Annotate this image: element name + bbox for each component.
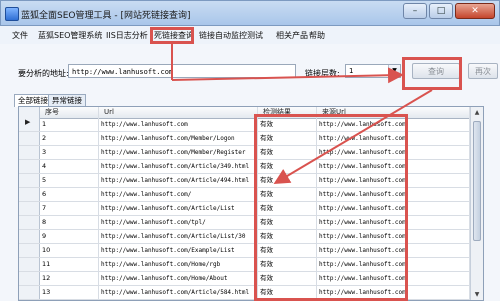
menu-related-products[interactable]: 相关产品 [276, 30, 308, 41]
header-marker [19, 107, 40, 118]
cell-url[interactable]: http://www.lanhusoft.com/Article/494.htm… [101, 174, 256, 187]
highlight-menu-box [150, 27, 194, 44]
cell-seq[interactable]: 8 [42, 216, 97, 229]
chevron-down-icon[interactable]: ▼ [388, 65, 400, 77]
app-icon [5, 7, 19, 21]
table-row[interactable]: ▶ 1 http://www.lanhusoft.com 有效 http://www.l… [19, 118, 483, 132]
cell-url[interactable]: http://www.lanhusoft.com/Article/List [101, 202, 256, 215]
depth-select[interactable]: 1 ▼ [345, 64, 401, 78]
table-row[interactable]: 5 http://www.lanhusoft.com/Article/494.ht… [19, 174, 483, 188]
cell-url[interactable]: http://www.lanhusoft.com/tpl/ [101, 216, 256, 229]
current-row-icon: ▶ [25, 118, 31, 126]
cell-seq[interactable]: 13 [42, 286, 97, 299]
menu-file[interactable]: 文件 [12, 30, 28, 41]
scroll-down-icon[interactable]: ▼ [471, 289, 483, 300]
cell-url[interactable]: http://www.lanhusoft.com/Article/List/30 [101, 230, 256, 243]
highlight-query-box [402, 57, 462, 90]
depth-label: 链接层数: [305, 69, 340, 78]
cell-url[interactable]: http://www.lanhusoft.com [101, 118, 256, 131]
row-header[interactable] [19, 174, 40, 187]
table-row[interactable]: 13 http://www.lanhusoft.com/Article/584.h… [19, 286, 483, 300]
maximize-button[interactable]: □ [429, 3, 453, 19]
address-input[interactable]: http://www.lanhusoft.com [68, 64, 296, 78]
requery-button[interactable]: 再次 [468, 63, 498, 79]
table-row[interactable]: 10 http://www.lanhusoft.com/Example/List 有… [19, 244, 483, 258]
scroll-up-icon[interactable]: ▲ [471, 107, 483, 118]
row-header[interactable] [19, 202, 40, 215]
menu-iis-log[interactable]: IIS日志分析 [106, 30, 148, 41]
menu-bar: 文件 蓝狐SEO管理系统 IIS日志分析 死链接查询 链接自动监控测试 相关产品… [0, 26, 500, 45]
minimize-button[interactable]: – [403, 3, 427, 19]
cell-url[interactable]: http://www.lanhusoft.com/Member/Register [101, 146, 256, 159]
close-button[interactable]: ✕ [455, 3, 495, 19]
cell-seq[interactable]: 6 [42, 188, 97, 201]
cell-url[interactable]: http://www.lanhusoft.com/Example/List [101, 244, 256, 257]
highlight-result-box [254, 114, 408, 301]
cell-seq[interactable]: 7 [42, 202, 97, 215]
grid-rows: ▶ 1 http://www.lanhusoft.com 有效 http://www.l… [19, 118, 483, 300]
cell-seq[interactable]: 5 [42, 174, 97, 187]
cell-url[interactable]: http://www.lanhusoft.com/Member/Logon [101, 132, 256, 145]
table-row[interactable]: 11 http://www.lanhusoft.com/Home/rgb 有效 htt… [19, 258, 483, 272]
cell-seq[interactable]: 9 [42, 230, 97, 243]
row-header[interactable] [19, 160, 40, 173]
header-seq[interactable]: 序号 [45, 107, 59, 118]
row-header[interactable] [19, 272, 40, 285]
cell-seq[interactable]: 12 [42, 272, 97, 285]
row-header[interactable] [19, 244, 40, 257]
row-header[interactable] [19, 258, 40, 271]
window-title: 蓝狐全面SEO管理工具 - [网站死链接查询] [21, 11, 191, 21]
depth-value: 1 [349, 67, 354, 75]
row-header[interactable] [19, 188, 40, 201]
title-bar: 蓝狐全面SEO管理工具 - [网站死链接查询] – □ ✕ [0, 0, 500, 26]
cell-url[interactable]: http://www.lanhusoft.com/Home/About [101, 272, 256, 285]
scroll-thumb[interactable] [473, 121, 481, 241]
row-header[interactable] [19, 216, 40, 229]
cell-seq[interactable]: 2 [42, 132, 97, 145]
menu-help[interactable]: 帮助 [309, 30, 325, 41]
results-grid: 序号 Url 检测结果 来源Url ▶ 1 http://www.lanhusoft… [18, 106, 484, 301]
address-label: 要分析的地址: [18, 69, 69, 78]
table-row[interactable]: 8 http://www.lanhusoft.com/tpl/有效 http://w… [19, 216, 483, 230]
cell-url[interactable]: http://www.lanhusoft.com/ [101, 188, 256, 201]
cell-seq[interactable]: 11 [42, 258, 97, 271]
cell-seq[interactable]: 1 [42, 118, 97, 131]
table-row[interactable]: 6 http://www.lanhusoft.com/有效 http://www.l… [19, 188, 483, 202]
table-row[interactable]: 12 http://www.lanhusoft.com/Home/About 有效 h… [19, 272, 483, 286]
vertical-scrollbar[interactable]: ▲ ▼ [470, 107, 483, 300]
cell-seq[interactable]: 4 [42, 160, 97, 173]
row-header[interactable] [19, 132, 40, 145]
row-header[interactable] [19, 146, 40, 159]
cell-url[interactable]: http://www.lanhusoft.com/Article/349.htm… [101, 160, 256, 173]
table-row[interactable]: 7 http://www.lanhusoft.com/Article/List 有效… [19, 202, 483, 216]
row-header[interactable] [19, 286, 40, 299]
table-row[interactable]: 3 http://www.lanhusoft.com/Member/Registe… [19, 146, 483, 160]
cell-seq[interactable]: 3 [42, 146, 97, 159]
table-row[interactable]: 9 http://www.lanhusoft.com/Article/List/3… [19, 230, 483, 244]
cell-url[interactable]: http://www.lanhusoft.com/Article/584.htm… [101, 286, 256, 299]
tab-error-links[interactable]: 异常链接 [48, 94, 86, 106]
table-row[interactable]: 2 http://www.lanhusoft.com/Member/Logon 有效… [19, 132, 483, 146]
cell-url[interactable]: http://www.lanhusoft.com/Home/rgb [101, 258, 256, 271]
row-header[interactable] [19, 230, 40, 243]
table-row[interactable]: 4 http://www.lanhusoft.com/Article/349.ht… [19, 160, 483, 174]
header-url[interactable]: Url [104, 107, 114, 118]
row-header[interactable]: ▶ [19, 118, 40, 131]
menu-link-monitor[interactable]: 链接自动监控测试 [199, 30, 263, 41]
menu-seo-system[interactable]: 蓝狐SEO管理系统 [38, 30, 102, 41]
cell-seq[interactable]: 10 [42, 244, 97, 257]
